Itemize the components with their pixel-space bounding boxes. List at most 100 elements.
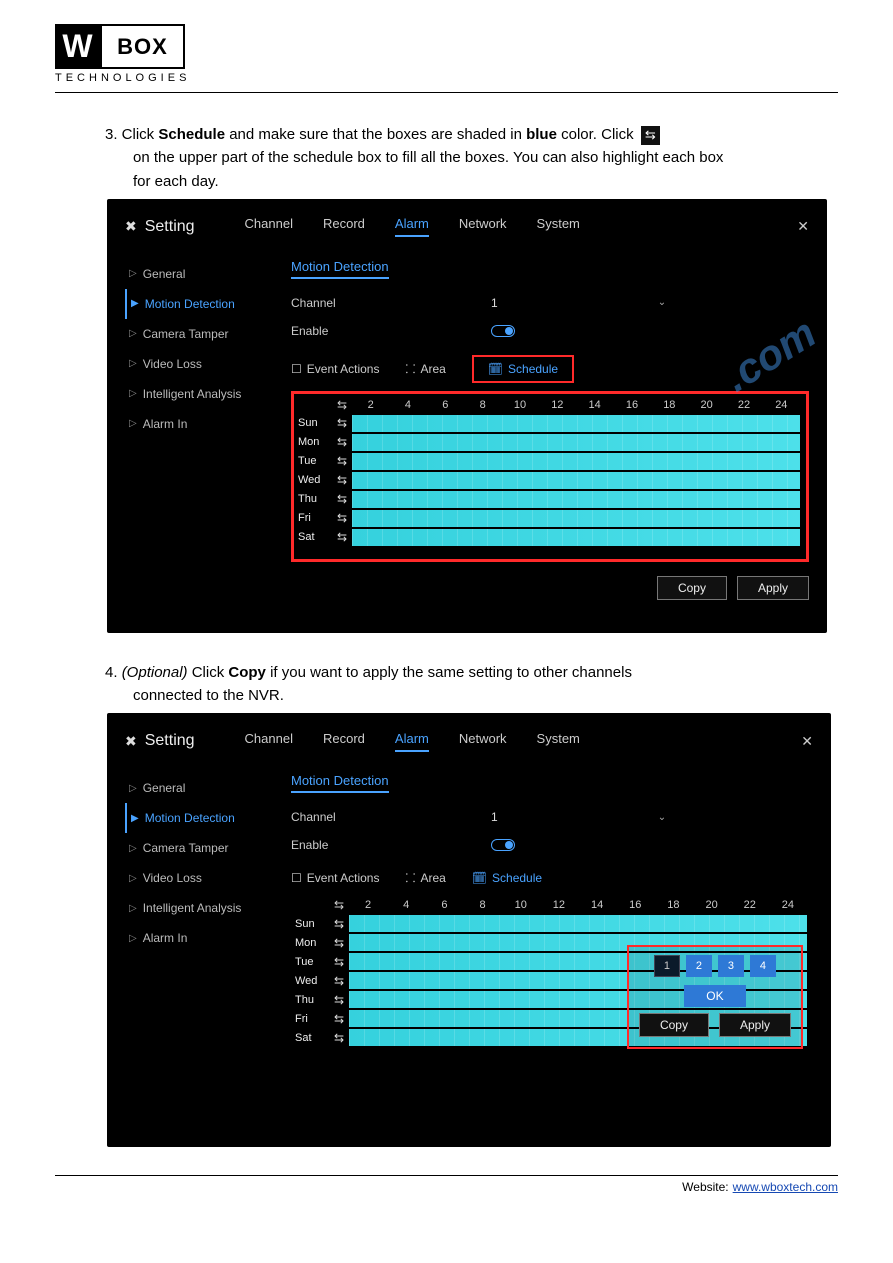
close-icon-2[interactable]: ✕ (801, 733, 813, 750)
swap-mon-icon[interactable]: ⇆ (332, 435, 352, 449)
side-videoloss[interactable]: ▷Video Loss (125, 349, 285, 379)
h-24: 24 (763, 399, 800, 411)
copy-ch-4[interactable]: 4 (750, 955, 776, 977)
h-18b: 18 (654, 899, 692, 911)
tab-record-2[interactable]: Record (323, 731, 365, 752)
side-intel-2[interactable]: ▷Intelligent Analysis (125, 893, 285, 923)
side-alarmin[interactable]: ▷Alarm In (125, 409, 285, 439)
swap-fri-icon[interactable]: ⇆ (332, 511, 352, 525)
side-tamper-2[interactable]: ▷Camera Tamper (125, 833, 285, 863)
swap-all-icon-2[interactable]: ⇆ (329, 898, 349, 912)
header: W BOX TECHNOLOGIES (55, 24, 838, 93)
bar-thu[interactable] (352, 491, 800, 508)
channel-select[interactable]: 1⌄ (491, 296, 666, 310)
side-videoloss-2[interactable]: ▷Video Loss (125, 863, 285, 893)
event-actions-tab[interactable]: ☐ Event Actions (291, 362, 379, 376)
side-alarmin-2[interactable]: ▷Alarm In (125, 923, 285, 953)
swap-sun-icon[interactable]: ⇆ (332, 416, 352, 430)
day-sat-2: Sat (295, 1032, 329, 1044)
ok-button[interactable]: OK (684, 985, 745, 1007)
swap-tue-icon-2[interactable]: ⇆ (329, 955, 349, 969)
side-motion-2[interactable]: ▶Motion Detection (125, 803, 285, 833)
schedule-tab[interactable]: 🗓 Schedule (472, 355, 574, 383)
side-general-label-2: General (143, 781, 186, 795)
subtab-motion-2[interactable]: Motion Detection (291, 773, 389, 793)
main-panel-2: Motion Detection Channel 1⌄ Enable ☐ Eve… (285, 773, 813, 1059)
step3-c: and make sure that the boxes are shaded … (229, 126, 522, 143)
footer: Website: www.wboxtech.com (55, 1180, 838, 1194)
side-intel[interactable]: ▷Intelligent Analysis (125, 379, 285, 409)
swap-mon-icon-2[interactable]: ⇆ (329, 936, 349, 950)
h-8b: 8 (464, 899, 502, 911)
tab-alarm-2[interactable]: Alarm (395, 731, 429, 752)
side-motion-label-2: Motion Detection (145, 811, 235, 825)
swap-tue-icon[interactable]: ⇆ (332, 454, 352, 468)
bar-wed[interactable] (352, 472, 800, 489)
bar-sun-2[interactable] (349, 915, 807, 932)
swap-thu-icon[interactable]: ⇆ (332, 492, 352, 506)
schedule-tab-2[interactable]: 🗓 Schedule (472, 871, 542, 885)
tab-record[interactable]: Record (323, 216, 365, 237)
step3-e: color. Click (561, 126, 634, 143)
swap-fri-icon-2[interactable]: ⇆ (329, 1012, 349, 1026)
close-icon[interactable]: ✕ (797, 218, 809, 235)
apply-button-2[interactable]: Apply (719, 1013, 791, 1037)
tab-alarm[interactable]: Alarm (395, 216, 429, 237)
channel-select-2[interactable]: 1⌄ (491, 810, 666, 824)
bar-sat[interactable] (352, 529, 800, 546)
bar-tue[interactable] (352, 453, 800, 470)
side-motion-label: Motion Detection (145, 297, 235, 311)
h-10b: 10 (502, 899, 540, 911)
bar-fri[interactable] (352, 510, 800, 527)
swap-sat-icon[interactable]: ⇆ (332, 530, 352, 544)
copy-ch-1[interactable]: 1 (654, 955, 680, 977)
side-tamper[interactable]: ▷Camera Tamper (125, 319, 285, 349)
h-6b: 6 (425, 899, 463, 911)
tab-channel-2[interactable]: Channel (245, 731, 293, 752)
schedule-grid[interactable]: Sun⇆ Mon⇆ Tue⇆ Wed⇆ Thu⇆ Fri⇆ Sat⇆ (298, 414, 800, 547)
copy-button[interactable]: Copy (657, 576, 727, 600)
subtab-motion[interactable]: Motion Detection (291, 259, 389, 279)
tab-network[interactable]: Network (459, 216, 507, 237)
logo-sub: TECHNOLOGIES (55, 72, 185, 84)
area-tab[interactable]: ⸬ Area (405, 360, 445, 377)
side-tamper-label-2: Camera Tamper (143, 841, 229, 855)
tab-system-2[interactable]: System (537, 731, 580, 752)
bar-mon[interactable] (352, 434, 800, 451)
side-motion[interactable]: ▶Motion Detection (125, 289, 285, 319)
tab-channel[interactable]: Channel (245, 216, 293, 237)
side-general-2[interactable]: ▷General (125, 773, 285, 803)
copy-ch-3[interactable]: 3 (718, 955, 744, 977)
swap-thu-icon-2[interactable]: ⇆ (329, 993, 349, 1007)
enable-toggle-2[interactable] (491, 839, 515, 851)
swap-sat-icon-2[interactable]: ⇆ (329, 1031, 349, 1045)
swap-all-icon[interactable]: ⇆ (332, 398, 352, 412)
side-general[interactable]: ▷General (125, 259, 285, 289)
area-tab-2[interactable]: ⸬ Area (405, 869, 445, 886)
day-tue: Tue (298, 455, 332, 467)
top-nav-2: Channel Record Alarm Network System (245, 731, 580, 752)
step4-d: Copy (228, 664, 266, 681)
day-sat: Sat (298, 531, 332, 543)
day-thu-2: Thu (295, 994, 329, 1006)
side-alarmin-label: Alarm In (143, 417, 188, 431)
swap-wed-icon-2[interactable]: ⇆ (329, 974, 349, 988)
tab-network-2[interactable]: Network (459, 731, 507, 752)
swap-wed-icon[interactable]: ⇆ (332, 473, 352, 487)
step4-e: if you want to apply the same setting to… (270, 664, 632, 681)
h-20b: 20 (693, 899, 731, 911)
event-actions-tab-2[interactable]: ☐ Event Actions (291, 871, 379, 885)
side-intel-label-2: Intelligent Analysis (143, 901, 242, 915)
footer-link[interactable]: www.wboxtech.com (733, 1180, 838, 1194)
h-2: 2 (352, 399, 389, 411)
copy-ch-2[interactable]: 2 (686, 955, 712, 977)
enable-toggle[interactable] (491, 325, 515, 337)
swap-icon: ⇆ (641, 126, 660, 145)
tab-system[interactable]: System (537, 216, 580, 237)
swap-sun-icon-2[interactable]: ⇆ (329, 917, 349, 931)
enable-label: Enable (291, 324, 491, 338)
side-videoloss-label: Video Loss (143, 357, 202, 371)
apply-button[interactable]: Apply (737, 576, 809, 600)
copy-button-2[interactable]: Copy (639, 1013, 709, 1037)
bar-sun[interactable] (352, 415, 800, 432)
